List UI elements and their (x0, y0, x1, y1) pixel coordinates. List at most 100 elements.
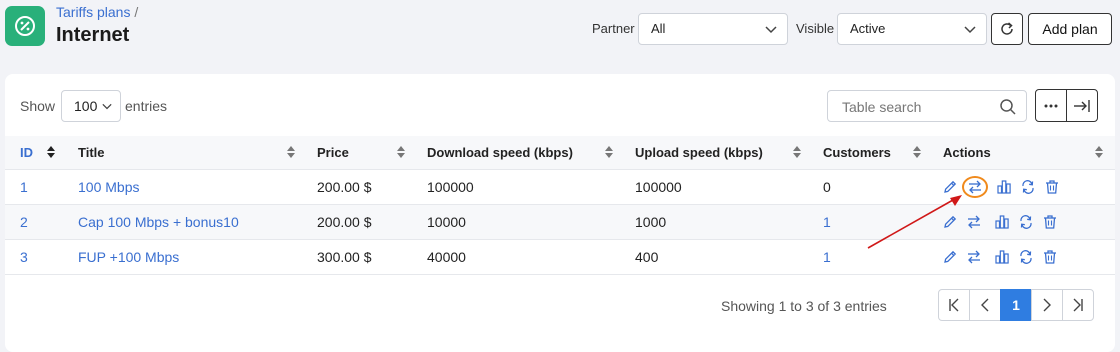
row-customers: 0 (823, 178, 831, 195)
row-id-link[interactable]: 1 (20, 179, 28, 195)
row-actions (938, 175, 1115, 198)
table-row: 2 Cap 100 Mbps + bonus10 200.00 $ 10000 1000… (5, 204, 1115, 240)
tariff-table-card: Show 100 entries Table search ID Title P… (5, 74, 1115, 352)
row-download-speed: 100000 (427, 178, 474, 195)
next-page-button[interactable] (1031, 289, 1063, 321)
row-upload-speed: 400 (635, 248, 659, 265)
column-header-label: Upload speed (kbps) (635, 144, 763, 160)
previous-page-button[interactable] (969, 289, 1001, 321)
page-header: Tariffs plans / Internet Partner All Vis… (0, 0, 1120, 70)
row-id-link[interactable]: 3 (20, 249, 28, 265)
row-price: 300.00 $ (317, 248, 372, 265)
column-header-label: Price (317, 144, 349, 160)
statistics-icon[interactable] (992, 176, 1016, 198)
column-header-actions[interactable]: Actions (929, 136, 1115, 170)
chevron-down-icon (765, 26, 777, 34)
entries-select-value: 100 (74, 98, 98, 114)
row-title-link[interactable]: Cap 100 Mbps + bonus10 (78, 214, 239, 230)
sync-icon[interactable] (1014, 246, 1038, 268)
change-plan-icon[interactable] (962, 246, 986, 268)
show-label: Show (20, 98, 56, 114)
search-icon[interactable] (999, 98, 1017, 116)
sort-icon (605, 146, 613, 158)
partner-label: Partner (592, 21, 635, 36)
table-search-input[interactable] (840, 97, 990, 117)
refresh-button[interactable] (991, 13, 1023, 45)
statistics-icon[interactable] (990, 246, 1014, 268)
sort-active-icon (47, 146, 55, 158)
chevron-down-icon (102, 103, 112, 110)
delete-icon[interactable] (1040, 176, 1064, 198)
column-header-title[interactable]: Title (63, 136, 303, 170)
table-row: 3 FUP +100 Mbps 300.00 $ 40000 400 1 (5, 239, 1115, 275)
row-actions (938, 246, 1115, 268)
statistics-icon[interactable] (990, 211, 1014, 233)
partner-select[interactable]: All (638, 13, 788, 45)
more-dots-icon (1044, 104, 1058, 107)
sync-icon[interactable] (1016, 176, 1040, 198)
sort-icon (397, 146, 405, 158)
last-page-button[interactable] (1062, 289, 1094, 321)
edit-icon[interactable] (938, 176, 962, 198)
row-customers[interactable]: 1 (823, 214, 831, 230)
row-title-link[interactable]: FUP +100 Mbps (78, 249, 179, 265)
delete-icon[interactable] (1038, 246, 1062, 268)
column-header-customers[interactable]: Customers (809, 136, 929, 170)
entries-per-page-select[interactable]: 100 (61, 90, 121, 122)
table-search (827, 90, 1027, 122)
sync-icon[interactable] (1014, 211, 1038, 233)
row-customers[interactable]: 1 (823, 249, 831, 265)
chevron-left-icon (981, 298, 989, 312)
table-row: 1 100 Mbps 200.00 $ 100000 100000 0 (5, 169, 1115, 205)
column-header-id[interactable]: ID (5, 136, 63, 170)
row-price: 200.00 $ (317, 178, 372, 195)
row-upload-speed: 1000 (635, 213, 667, 230)
breadcrumb-separator: / (134, 4, 139, 20)
first-page-icon (949, 298, 959, 312)
breadcrumb: Tariffs plans / (56, 4, 138, 20)
entries-label: entries (125, 98, 168, 114)
sort-icon (1095, 146, 1103, 158)
tariff-plans-table: ID Title Price Download speed (kbps) Upl… (5, 136, 1115, 275)
row-actions (938, 211, 1115, 233)
change-plan-icon[interactable] (962, 211, 986, 233)
chevron-down-icon (964, 26, 976, 34)
percent-icon (5, 6, 45, 46)
visible-label: Visible (796, 21, 835, 36)
row-upload-speed: 100000 (635, 178, 682, 195)
row-id-link[interactable]: 2 (20, 214, 28, 230)
last-page-icon (1073, 298, 1083, 312)
pagination: 1 (938, 289, 1094, 321)
column-header-label: Title (78, 144, 105, 160)
column-header-label: ID (20, 144, 33, 160)
row-title-link[interactable]: 100 Mbps (78, 179, 139, 195)
sort-icon (913, 146, 921, 158)
visible-select[interactable]: Active (837, 13, 987, 45)
partner-select-value: All (651, 21, 666, 36)
arrow-right-to-bar-icon (1074, 99, 1090, 112)
column-header-price[interactable]: Price (303, 136, 413, 170)
delete-icon[interactable] (1038, 211, 1062, 233)
refresh-icon (1001, 22, 1013, 35)
table-info: Showing 1 to 3 of 3 entries (721, 298, 887, 314)
page-button-current[interactable]: 1 (1000, 289, 1032, 321)
row-download-speed: 10000 (427, 213, 466, 230)
visible-select-value: Active (850, 21, 886, 36)
column-header-upload[interactable]: Upload speed (kbps) (621, 136, 809, 170)
page-title: Internet (56, 24, 130, 46)
more-options-button[interactable] (1036, 90, 1067, 121)
chevron-right-icon (1043, 298, 1051, 312)
export-button[interactable] (1067, 90, 1097, 121)
table-header-row: ID Title Price Download speed (kbps) Upl… (5, 136, 1115, 170)
edit-icon[interactable] (938, 211, 962, 233)
column-header-download[interactable]: Download speed (kbps) (413, 136, 621, 170)
breadcrumb-link-tariffs[interactable]: Tariffs plans (56, 4, 130, 20)
change-plan-icon[interactable] (962, 175, 988, 198)
add-plan-button[interactable]: Add plan (1028, 13, 1112, 45)
sort-icon (793, 146, 801, 158)
row-download-speed: 40000 (427, 248, 466, 265)
first-page-button[interactable] (938, 289, 970, 321)
column-header-label: Download speed (kbps) (427, 144, 573, 160)
sort-icon (287, 146, 295, 158)
edit-icon[interactable] (938, 246, 962, 268)
